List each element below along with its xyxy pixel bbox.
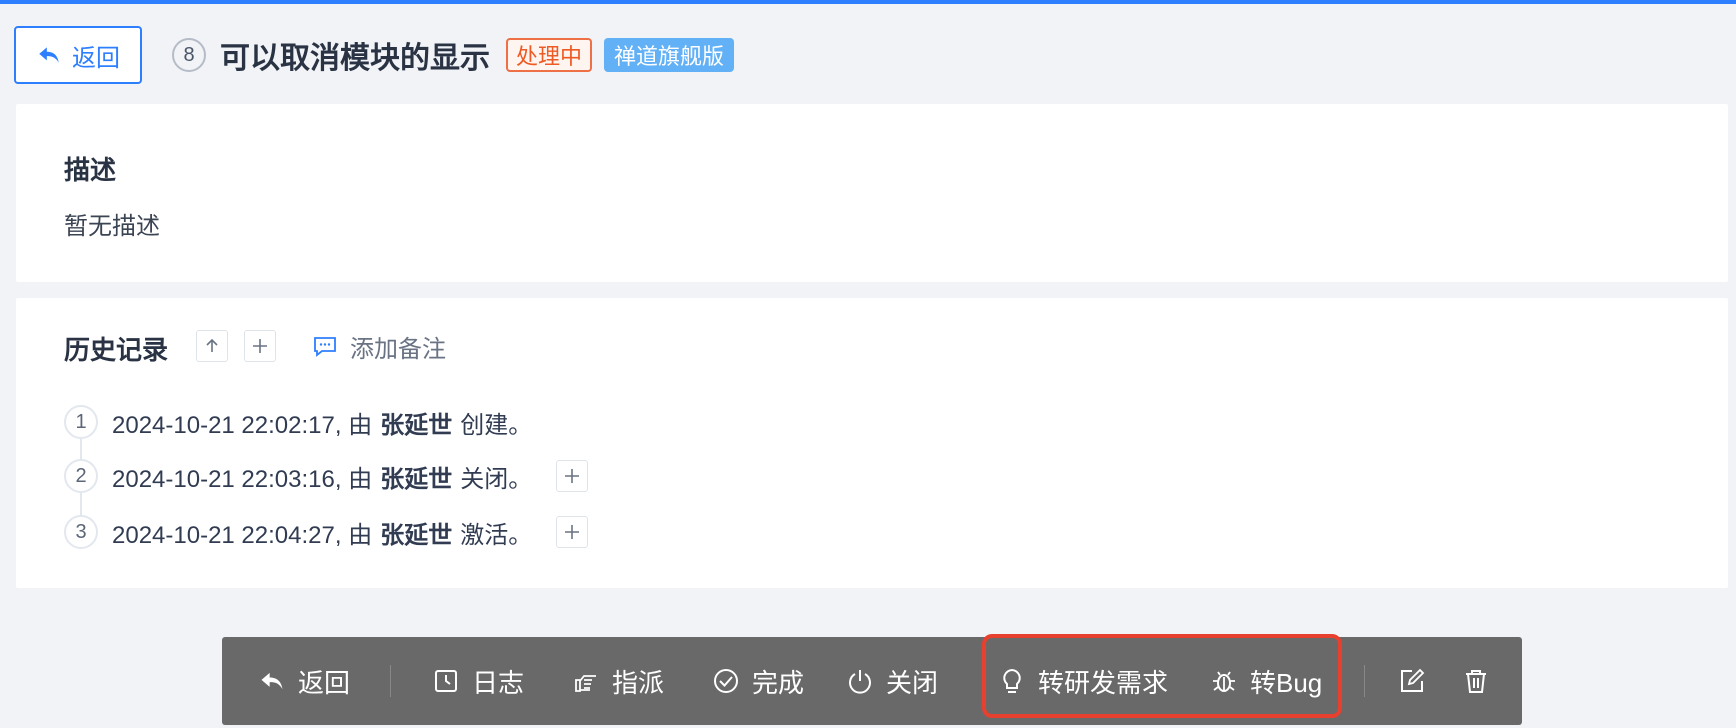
history-item: 3 2024-10-21 22:04:27, 由 张延世 激活。 [64,514,589,550]
history-item-number: 2 [64,459,98,493]
history-item-user: 张延世 [380,521,453,549]
arrow-up-icon [206,338,218,352]
expand-change-button[interactable] [556,460,589,492]
reply-arrow-icon [39,47,59,63]
back-button-label: 返回 [72,44,120,72]
expand-all-button[interactable] [244,330,276,362]
toolbar-delete-button[interactable] [1462,637,1490,725]
page-header: 返回 8 可以取消模块的显示 处理中 禅道旗舰版 [14,26,735,84]
edition-badge: 禅道旗舰版 [604,38,735,72]
description-panel: 描述 暂无描述 [16,104,1728,282]
trash-icon [1466,670,1486,693]
history-panel: 历史记录 添加备注 1 2024-10-21 22:02:17, 由 张延世 创… [16,298,1728,588]
plus-icon [253,339,267,353]
comment-icon [314,337,336,357]
toolbar-finish-button[interactable]: 完成 [712,637,804,725]
add-note-button[interactable]: 添加备注 [312,330,446,363]
history-title: 历史记录 [64,335,169,365]
toolbar-close-button[interactable]: 关闭 [846,637,938,725]
toolbar-to-story-label: 转研发需求 [1038,667,1169,698]
history-item: 1 2024-10-21 22:02:17, 由 张延世 创建。 [64,404,532,440]
history-item-action: 关闭。 [460,465,533,493]
expand-change-button[interactable] [556,516,589,548]
toolbar-divider [390,665,391,697]
toolbar-to-story-button[interactable]: 转研发需求 [998,637,1168,725]
toolbar-edit-button[interactable] [1398,637,1426,725]
toolbar-log-button[interactable]: 日志 [432,637,524,725]
history-item: 2 2024-10-21 22:03:16, 由 张延世 关闭。 [64,458,589,494]
description-text: 暂无描述 [64,213,160,240]
status-badge: 处理中 [506,38,593,72]
history-item-number: 1 [64,405,98,439]
toolbar-finish-label: 完成 [752,667,805,698]
history-item-action: 激活。 [460,521,533,549]
history-item-time: 2024-10-21 22:03:16, 由 [112,465,373,493]
description-title: 描述 [64,155,117,185]
add-note-label: 添加备注 [350,335,446,363]
page-title: 可以取消模块的显示 [220,42,490,75]
history-item-number: 3 [64,515,98,549]
toolbar-back-label: 返回 [298,667,351,698]
bug-icon [1213,671,1235,692]
lightbulb-icon [1003,668,1021,693]
toolbar-back-button[interactable]: 返回 [258,637,350,725]
toolbar-to-bug-button[interactable]: 转Bug [1210,637,1322,725]
toolbar-close-label: 关闭 [886,667,939,698]
action-toolbar: 返回 日志 指派 完成 关闭 转研发需求 转Bug [222,637,1522,725]
hand-point-icon [575,675,596,692]
edit-icon [1401,668,1425,692]
toolbar-assign-label: 指派 [612,667,665,698]
toolbar-log-label: 日志 [472,667,525,698]
check-circle-icon [714,669,738,693]
power-icon [849,670,871,694]
toolbar-to-bug-label: 转Bug [1250,667,1323,698]
item-id: 8 [172,38,206,72]
history-item-action: 创建。 [460,411,533,439]
plus-icon [565,525,580,539]
clock-icon [435,670,457,692]
history-item-user: 张延世 [380,411,453,439]
sort-toggle-button[interactable] [196,330,228,362]
history-item-time: 2024-10-21 22:04:27, 由 [112,521,373,549]
history-item-user: 张延世 [380,465,453,493]
history-item-time: 2024-10-21 22:02:17, 由 [112,411,373,439]
back-button[interactable]: 返回 [14,26,142,84]
reply-arrow-icon [261,672,283,690]
plus-icon [565,469,580,483]
toolbar-divider [1364,665,1365,697]
toolbar-assign-button[interactable]: 指派 [572,637,664,725]
top-accent-line [0,0,1736,4]
